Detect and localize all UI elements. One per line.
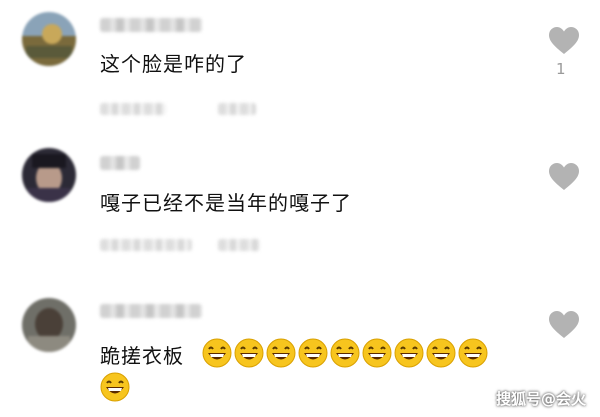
grinning-emoji-icon — [362, 338, 392, 368]
username-blurred[interactable] — [100, 156, 140, 170]
heart-icon[interactable] — [548, 26, 580, 56]
comment-text: 这个脸是咋的了 — [100, 52, 247, 76]
grinning-emoji-icon — [202, 338, 232, 368]
reply-button-blurred[interactable] — [218, 239, 260, 251]
comment-text: 嘎子已经不是当年的嘎子了 — [100, 191, 352, 215]
grinning-emoji-icon — [234, 338, 264, 368]
comment-meta-blurred — [100, 103, 166, 115]
avatar[interactable] — [22, 148, 76, 202]
avatar[interactable] — [22, 12, 76, 66]
comment-meta-blurred — [100, 239, 192, 251]
grinning-emoji-icon — [100, 372, 130, 402]
grinning-emoji-icon — [330, 338, 360, 368]
grinning-emoji-icon — [426, 338, 456, 368]
emoji-row — [202, 338, 490, 368]
watermark: 搜狐号@会火 — [495, 390, 586, 408]
username-blurred[interactable] — [100, 18, 202, 32]
grinning-emoji-icon — [298, 338, 328, 368]
heart-icon[interactable] — [548, 162, 580, 192]
heart-icon[interactable] — [548, 310, 580, 340]
avatar[interactable] — [22, 298, 76, 352]
comment-item: 这个脸是咋的了 1 — [0, 0, 600, 130]
like-count: 1 — [556, 60, 566, 78]
comment-text: 跪搓衣板 — [100, 344, 184, 368]
emoji-row — [100, 372, 132, 402]
comment-item: 嘎子已经不是当年的嘎子了 — [0, 140, 600, 280]
reply-button-blurred[interactable] — [218, 103, 256, 115]
username-blurred[interactable] — [100, 304, 202, 318]
grinning-emoji-icon — [458, 338, 488, 368]
grinning-emoji-icon — [394, 338, 424, 368]
grinning-emoji-icon — [266, 338, 296, 368]
